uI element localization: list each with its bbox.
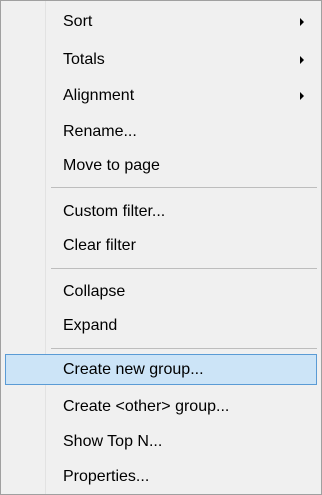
- menu-item-alignment[interactable]: Alignment: [5, 80, 317, 111]
- context-menu: Sort Totals Alignment Rename... Move to …: [0, 0, 322, 495]
- menu-item-label: Alignment: [63, 86, 135, 104]
- menu-item-move-to-page[interactable]: Move to page: [5, 150, 317, 181]
- menu-item-custom-filter[interactable]: Custom filter...: [5, 196, 317, 227]
- menu-separator: [51, 268, 317, 269]
- menu-item-collapse[interactable]: Collapse: [5, 276, 317, 307]
- menu-item-label: Totals: [63, 50, 105, 68]
- menu-item-create-other-group[interactable]: Create <other> group...: [5, 391, 317, 422]
- menu-item-sort[interactable]: Sort: [5, 6, 317, 37]
- menu-item-label: Collapse: [63, 282, 126, 300]
- menu-separator: [51, 187, 317, 188]
- chevron-right-icon: [300, 17, 304, 26]
- menu-item-properties[interactable]: Properties...: [5, 461, 317, 492]
- menu-item-show-top-n[interactable]: Show Top N...: [5, 426, 317, 457]
- menu-item-label: Expand: [63, 316, 118, 334]
- menu-item-label: Create <other> group...: [63, 397, 230, 415]
- menu-item-label: Clear filter: [63, 236, 136, 254]
- menu-item-label: Custom filter...: [63, 202, 166, 220]
- menu-item-label: Properties...: [63, 467, 150, 485]
- chevron-right-icon: [300, 55, 304, 64]
- menu-separator: [51, 348, 317, 349]
- menu-item-totals[interactable]: Totals: [5, 44, 317, 75]
- menu-item-label: Move to page: [63, 156, 160, 174]
- menu-item-create-new-group[interactable]: Create new group...: [5, 354, 317, 385]
- chevron-right-icon: [300, 91, 304, 100]
- menu-item-expand[interactable]: Expand: [5, 310, 317, 341]
- menu-item-label: Create new group...: [63, 360, 204, 378]
- menu-item-label: Rename...: [63, 122, 137, 140]
- menu-item-rename[interactable]: Rename...: [5, 116, 317, 147]
- menu-item-label: Sort: [63, 12, 93, 30]
- menu-item-clear-filter[interactable]: Clear filter: [5, 230, 317, 261]
- menu-item-label: Show Top N...: [63, 432, 163, 450]
